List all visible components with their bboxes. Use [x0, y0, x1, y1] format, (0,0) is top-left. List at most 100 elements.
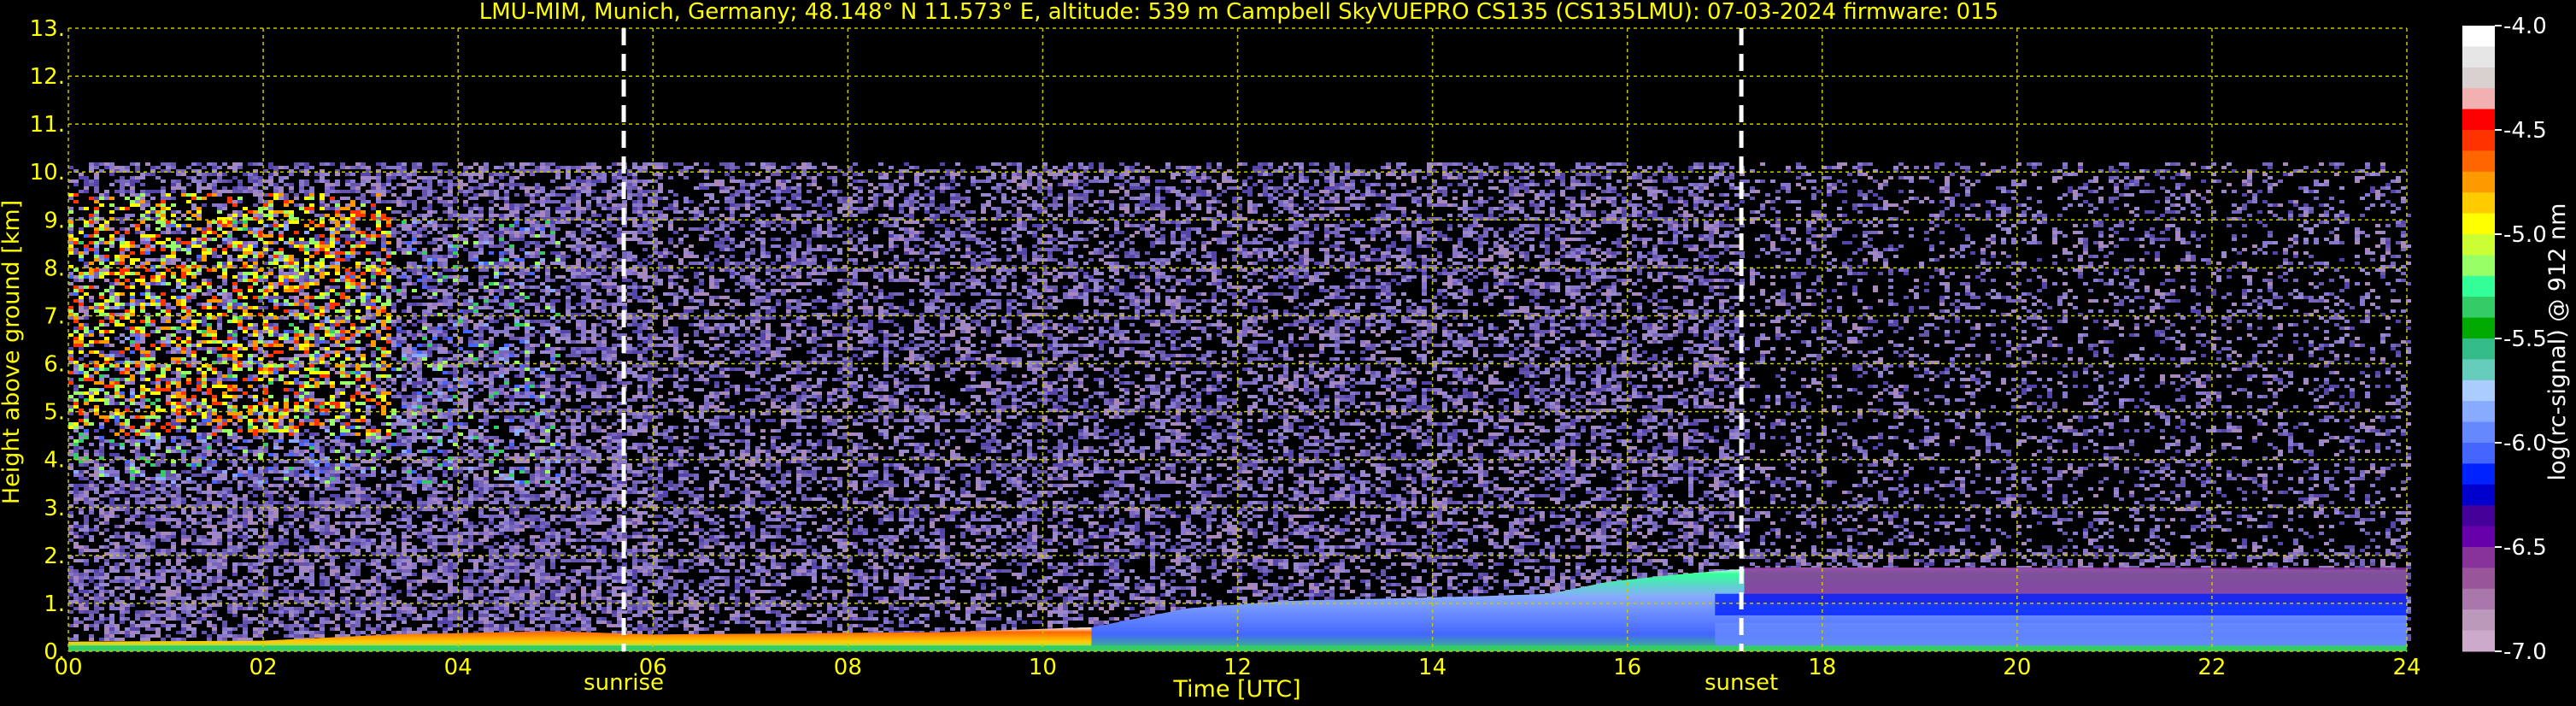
- heatmap-cell: [176, 402, 181, 405]
- heatmap-cell: [130, 470, 135, 474]
- heatmap-cell: [350, 303, 355, 306]
- heatmap-cell: [350, 497, 355, 501]
- heatmap-cell: [386, 474, 391, 477]
- heatmap-cell: [202, 470, 207, 474]
- heatmap-cell: [217, 556, 222, 559]
- heatmap-cell: [202, 614, 207, 617]
- heatmap-cell: [345, 272, 350, 275]
- heatmap-cell: [371, 627, 376, 631]
- heatmap-cell: [68, 272, 73, 275]
- heatmap-cell: [381, 535, 386, 538]
- heatmap-cell: [68, 398, 73, 402]
- heatmap-cell: [166, 511, 171, 515]
- heatmap-cell: [268, 436, 273, 439]
- heatmap-cell: [68, 309, 73, 313]
- heatmap-cell: [371, 501, 376, 504]
- heatmap-cell: [171, 535, 176, 538]
- heatmap-cell: [238, 210, 243, 214]
- heatmap-cell: [145, 258, 150, 262]
- heatmap-cell: [68, 378, 73, 381]
- heatmap-cell: [161, 535, 166, 538]
- heatmap-cell: [68, 224, 73, 227]
- heatmap-cell: [299, 374, 304, 378]
- heatmap-cell: [263, 528, 268, 532]
- heatmap-cell: [89, 610, 94, 614]
- heatmap-cell: [207, 231, 212, 234]
- heatmap-cell: [232, 432, 238, 436]
- heatmap-cell: [309, 494, 314, 497]
- heatmap-cell: [114, 364, 120, 368]
- heatmap-cell: [345, 610, 350, 614]
- heatmap-cell: [391, 337, 396, 340]
- heatmap-cell: [289, 583, 294, 586]
- heatmap-cell: [109, 316, 114, 320]
- heatmap-cell: [279, 525, 284, 528]
- heatmap-cell: [135, 583, 140, 586]
- heatmap-cell: [330, 446, 335, 450]
- heatmap-cell: [207, 566, 212, 569]
- heatmap-cell: [279, 350, 284, 354]
- heatmap-cell: [289, 309, 294, 313]
- heatmap-cell: [130, 569, 135, 573]
- heatmap-cell: [94, 364, 99, 368]
- heatmap-cell: [227, 545, 232, 549]
- heatmap-cell: [284, 460, 289, 463]
- heatmap-cell: [135, 303, 140, 306]
- heatmap-cell: [155, 607, 161, 610]
- heatmap-cell: [166, 227, 171, 231]
- heatmap-cell: [248, 511, 253, 515]
- heatmap-cell: [243, 275, 248, 279]
- heatmap-cell: [135, 467, 140, 470]
- heatmap-cell: [340, 214, 345, 217]
- heatmap-cell: [222, 556, 227, 559]
- heatmap-cell: [99, 415, 104, 419]
- heatmap-cell: [84, 306, 89, 309]
- heatmap-cell: [289, 238, 294, 241]
- heatmap-cell: [104, 597, 109, 600]
- heatmap-cell: [109, 569, 114, 573]
- heatmap-cell: [299, 566, 304, 569]
- heatmap-cell: [94, 275, 99, 279]
- heatmap-cell: [350, 251, 355, 255]
- heatmap-cell: [73, 569, 79, 573]
- heatmap-cell: [140, 463, 145, 467]
- heatmap-cell: [227, 467, 232, 470]
- heatmap-cell: [284, 388, 289, 391]
- heatmap-cell: [248, 316, 253, 320]
- heatmap-cell: [94, 607, 99, 610]
- heatmap-cell: [89, 388, 94, 391]
- heatmap-cell: [294, 272, 299, 275]
- heatmap-cell: [166, 327, 171, 330]
- heatmap-cell: [350, 610, 355, 614]
- heatmap-cell: [217, 638, 222, 641]
- heatmap-cell: [207, 238, 212, 241]
- heatmap-cell: [120, 238, 125, 241]
- heatmap-cell: [68, 282, 73, 285]
- heatmap-cell: [273, 422, 279, 426]
- heatmap-cell: [391, 193, 396, 197]
- heatmap-cell: [145, 234, 150, 238]
- heatmap-cell: [125, 248, 130, 251]
- heatmap-cell: [253, 419, 258, 422]
- heatmap-cell: [181, 497, 186, 501]
- heatmap-cell: [176, 179, 181, 183]
- heatmap-cell: [191, 446, 197, 450]
- heatmap-cell: [217, 221, 222, 224]
- heatmap-cell: [340, 443, 345, 446]
- heatmap-cell: [366, 607, 371, 610]
- heatmap-cell: [345, 299, 350, 303]
- heatmap-cell: [89, 344, 94, 347]
- heatmap-cell: [104, 391, 109, 395]
- heatmap-cell: [99, 258, 104, 262]
- heatmap-cell: [73, 450, 79, 453]
- heatmap-cell: [335, 227, 340, 231]
- heatmap-cell: [263, 597, 268, 600]
- heatmap-cell: [263, 501, 268, 504]
- heatmap-cell: [191, 296, 197, 299]
- heatmap-cell: [320, 497, 325, 501]
- heatmap-cell: [99, 607, 104, 610]
- heatmap-cell: [145, 576, 150, 580]
- heatmap-cell: [84, 402, 89, 405]
- heatmap-cell: [171, 272, 176, 275]
- heatmap-cell: [258, 590, 263, 593]
